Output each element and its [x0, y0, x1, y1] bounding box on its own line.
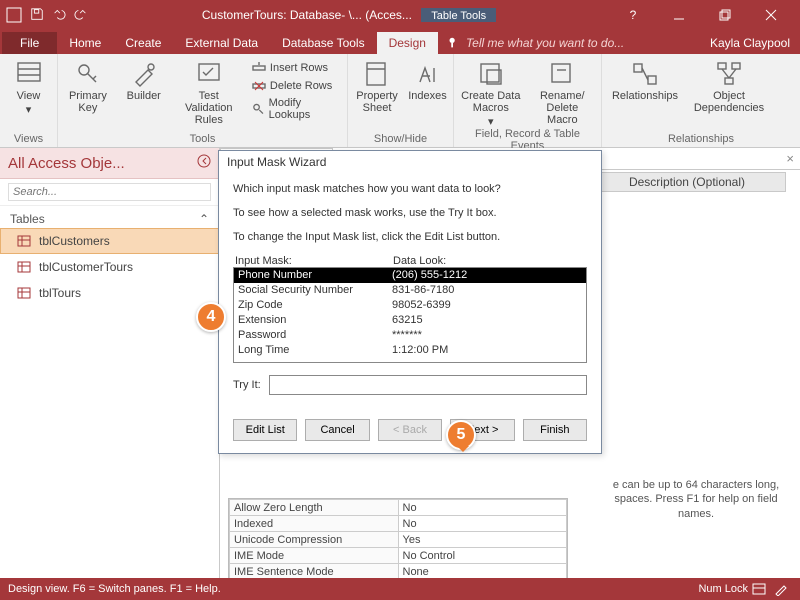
finish-button[interactable]: Finish: [523, 419, 587, 441]
window-title: CustomerTours: Database- \... (Acces... …: [88, 8, 610, 22]
mask-row[interactable]: Long Time1:12:00 PM: [234, 343, 586, 358]
try-it-label: Try It:: [233, 379, 261, 391]
nav-item-tbltours[interactable]: tblTours: [0, 280, 219, 306]
qat-save-icon[interactable]: [30, 7, 44, 24]
view-datasheet-icon[interactable]: [748, 578, 770, 600]
close-button[interactable]: [748, 0, 794, 30]
indexes-button[interactable]: Indexes: [408, 56, 447, 102]
tab-external-data[interactable]: External Data: [173, 32, 270, 54]
qat-undo-icon[interactable]: [52, 7, 66, 24]
view-button[interactable]: View ▾: [6, 56, 51, 116]
property-row[interactable]: IndexedNo: [230, 516, 567, 532]
primary-key-button[interactable]: Primary Key: [64, 56, 112, 114]
nav-item-tblcustomertours[interactable]: tblCustomerTours: [0, 254, 219, 280]
try-it-input[interactable]: [269, 375, 587, 395]
test-validation-button[interactable]: Test Validation Rules: [176, 56, 242, 126]
rename-delete-macro-button[interactable]: Rename/ Delete Macro: [530, 56, 595, 126]
mask-row[interactable]: Phone Number(206) 555-1212: [234, 268, 586, 283]
help-button[interactable]: ?: [610, 0, 656, 30]
property-row[interactable]: Allow Zero LengthNo: [230, 500, 567, 516]
user-name[interactable]: Kayla Claypool: [700, 32, 800, 54]
modify-lookups-button[interactable]: Modify Lookups: [250, 96, 341, 122]
app-icon: [6, 7, 22, 23]
close-document-icon[interactable]: ×: [786, 151, 794, 166]
dialog-help-1: To see how a selected mask works, use th…: [233, 207, 587, 219]
dialog-help-2: To change the Input Mask list, click the…: [233, 231, 587, 243]
property-row[interactable]: Unicode CompressionYes: [230, 532, 567, 548]
back-button[interactable]: < Back: [378, 419, 442, 441]
dialog-prompt: Which input mask matches how you want da…: [233, 183, 587, 195]
navigation-pane: All Access Obje... Tables ⌃ tblCustomers…: [0, 148, 220, 578]
status-numlock: Num Lock: [698, 583, 748, 595]
ribbon: View ▾ Views Primary Key Builder Test Va…: [0, 54, 800, 148]
column-data-look: Data Look:: [393, 255, 446, 267]
tab-file[interactable]: File: [2, 32, 57, 54]
object-dependencies-button[interactable]: Object Dependencies: [690, 56, 768, 114]
mask-row[interactable]: Social Security Number831-86-7180: [234, 283, 586, 298]
mask-row[interactable]: Zip Code98052-6399: [234, 298, 586, 313]
nav-item-tblcustomers[interactable]: tblCustomers: [0, 228, 219, 254]
minimize-button[interactable]: [656, 0, 702, 30]
insert-rows-button[interactable]: Insert Rows: [250, 60, 341, 76]
cancel-button[interactable]: Cancel: [305, 419, 369, 441]
delete-rows-button[interactable]: Delete Rows: [250, 78, 341, 94]
input-mask-wizard-dialog: Input Mask Wizard Which input mask match…: [218, 150, 602, 454]
description-column-header: Description (Optional): [588, 172, 786, 192]
mask-row[interactable]: Password*******: [234, 328, 586, 343]
view-design-icon[interactable]: [770, 578, 792, 600]
status-text: Design view. F6 = Switch panes. F1 = Hel…: [8, 583, 221, 595]
tab-design[interactable]: Design: [377, 32, 438, 54]
tab-create[interactable]: Create: [113, 32, 173, 54]
callout-5: 5: [446, 420, 476, 450]
collapse-icon[interactable]: [197, 154, 211, 172]
create-data-macros-button[interactable]: Create Data Macros▾: [460, 56, 522, 128]
property-row[interactable]: IME ModeNo Control: [230, 548, 567, 564]
chevron-up-icon: ⌃: [199, 212, 209, 226]
nav-group-tables[interactable]: Tables ⌃: [0, 206, 219, 228]
builder-button[interactable]: Builder: [120, 56, 168, 102]
edit-list-button[interactable]: Edit List: [233, 419, 297, 441]
nav-search[interactable]: [0, 179, 219, 206]
title-bar: CustomerTours: Database- \... (Acces... …: [0, 0, 800, 30]
dialog-title: Input Mask Wizard: [219, 150, 601, 173]
chevron-down-icon: ▾: [488, 116, 494, 128]
tab-home[interactable]: Home: [57, 32, 113, 54]
property-sheet-button[interactable]: Property Sheet: [354, 56, 400, 114]
input-mask-list[interactable]: Phone Number(206) 555-1212Social Securit…: [233, 267, 587, 363]
status-bar: Design view. F6 = Switch panes. F1 = Hel…: [0, 578, 800, 600]
ribbon-tabs: File Home Create External Data Database …: [0, 30, 800, 54]
contextual-tab-label: Table Tools: [421, 8, 496, 22]
column-input-mask: Input Mask:: [235, 255, 393, 267]
mask-row[interactable]: Extension63215: [234, 313, 586, 328]
chevron-down-icon: ▾: [26, 104, 32, 116]
nav-header[interactable]: All Access Obje...: [0, 148, 219, 179]
tell-me-search[interactable]: Tell me what you want to do...: [438, 32, 700, 54]
restore-button[interactable]: [702, 0, 748, 30]
callout-4: 4: [196, 302, 226, 332]
relationships-button[interactable]: Relationships: [608, 56, 682, 102]
nav-search-input[interactable]: [8, 183, 211, 201]
qat-redo-icon[interactable]: [74, 7, 88, 24]
field-hint-text: e can be up to 64 characters long, space…: [606, 478, 786, 521]
tab-database-tools[interactable]: Database Tools: [270, 32, 377, 54]
